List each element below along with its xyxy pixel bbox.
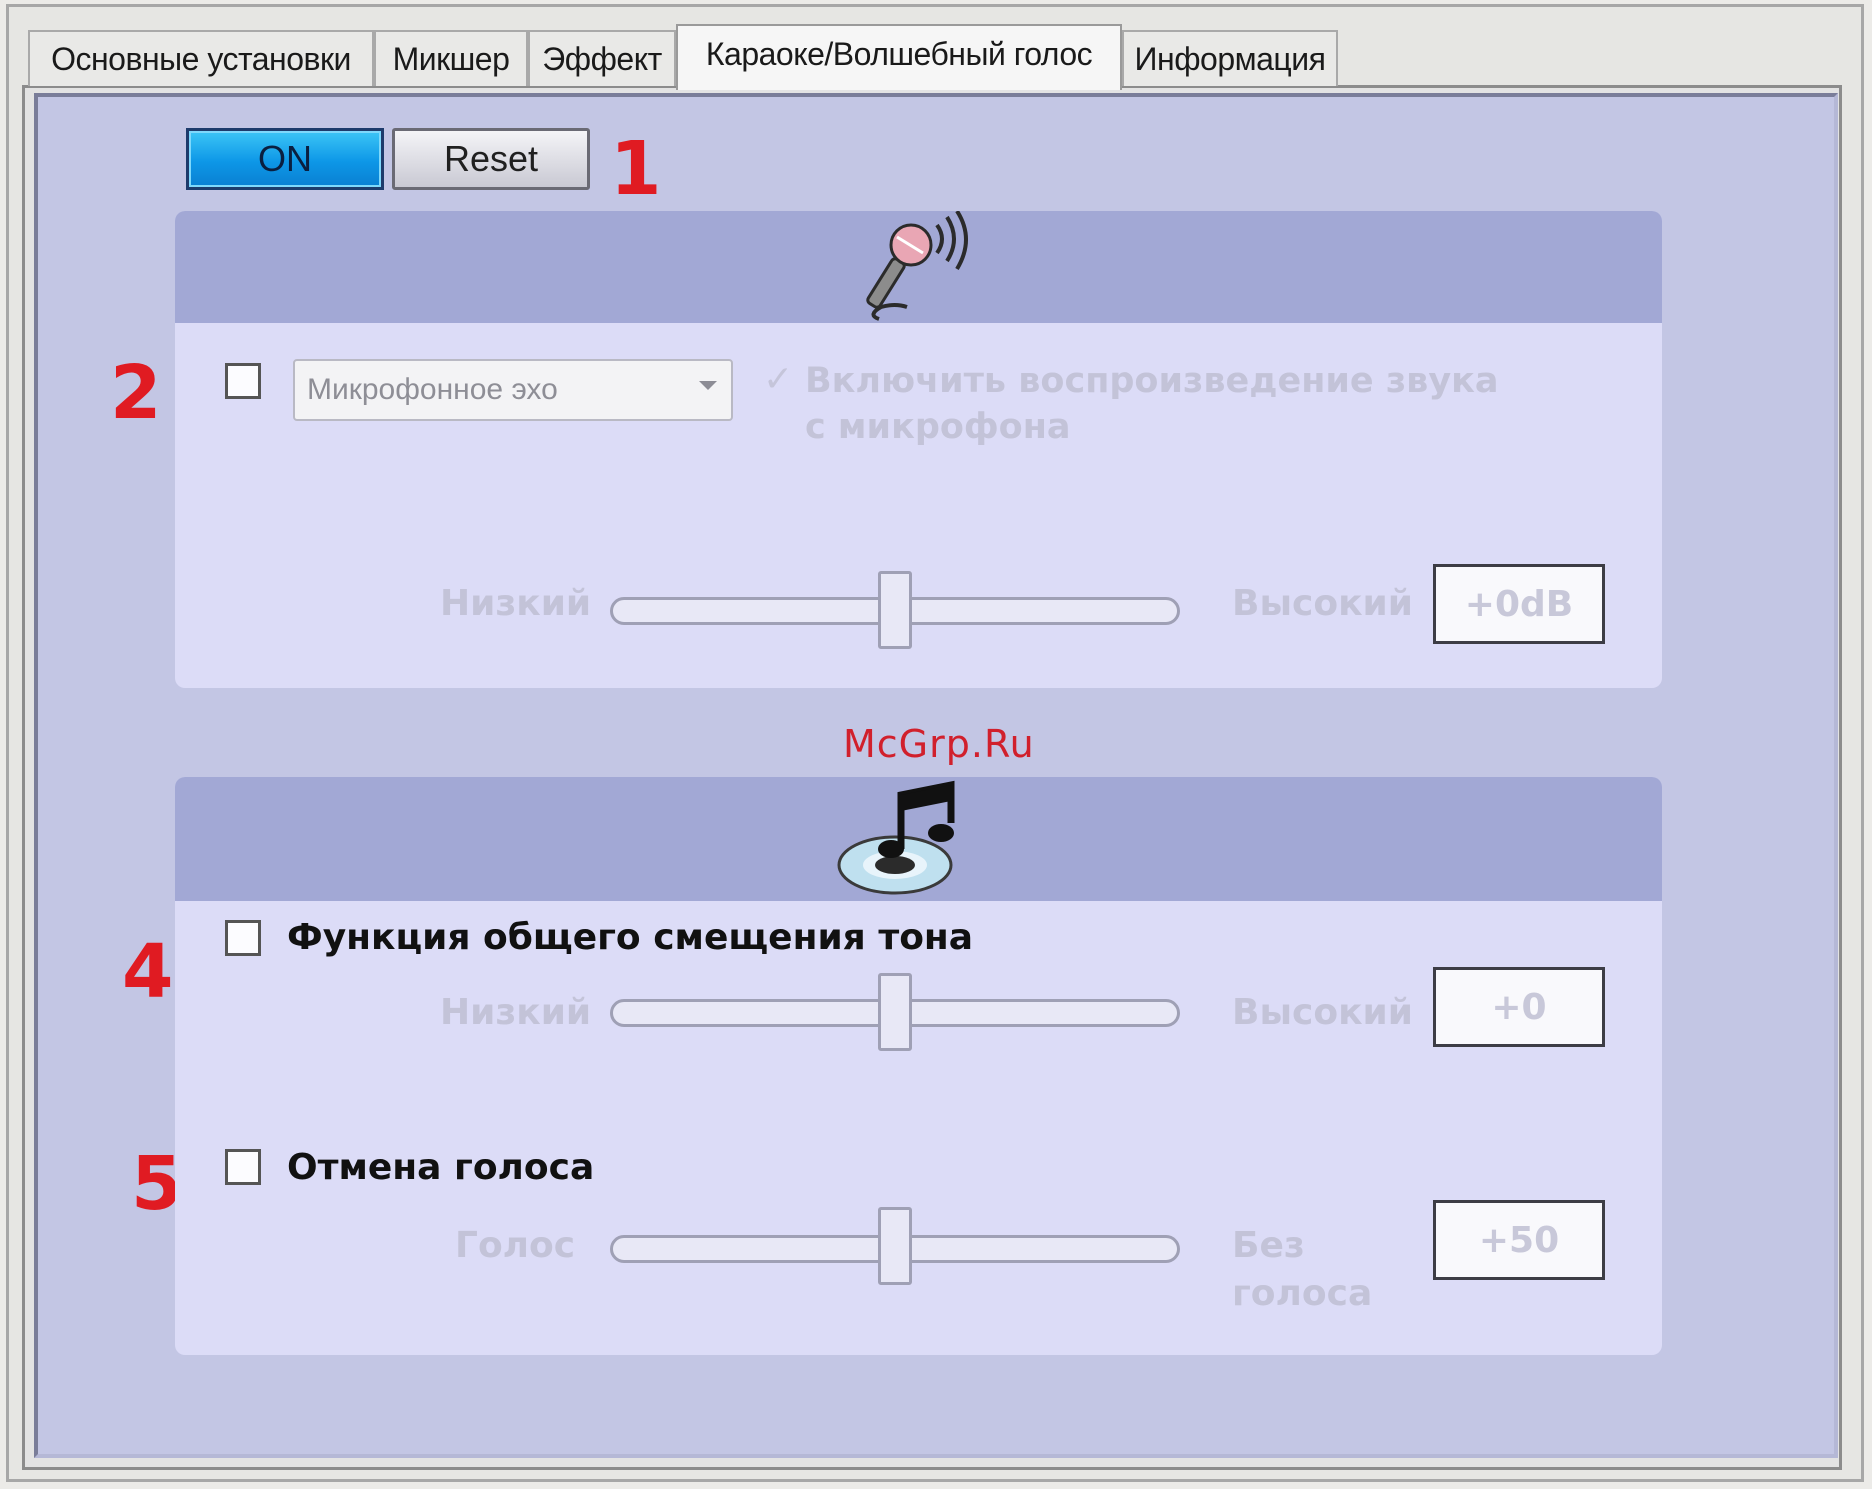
mic-effect-select[interactable]: Микрофонное эхо [293, 359, 733, 421]
pitch-shift-checkbox[interactable] [225, 920, 261, 956]
marker-2: 2 [110, 350, 162, 436]
microphone-icon [866, 211, 968, 321]
mic-playback-label-line2: с микрофона [805, 407, 1071, 447]
pitch-shift-label[interactable]: Функция общего смещения тона [287, 917, 973, 958]
music-panel-header [175, 777, 1662, 901]
pitch-slider-max-label: Высокий [1232, 992, 1413, 1033]
tab-basic-settings[interactable]: Основные установки [28, 30, 374, 86]
reset-button[interactable]: Reset [392, 128, 590, 190]
marker-1: 1 [610, 126, 662, 212]
pitch-slider-thumb[interactable] [878, 973, 912, 1051]
vocal-slider-min-label: Голос [455, 1225, 576, 1266]
mic-slider-min-label: Низкий [440, 583, 592, 624]
mic-level-value: +0dB [1433, 564, 1605, 644]
chevron-down-icon [699, 381, 717, 390]
tab-karaoke-magic-voice[interactable]: Караоке/Волшебный голос [676, 24, 1122, 90]
checkmark-icon: ✓ [763, 359, 794, 400]
microphone-panel-header [175, 211, 1662, 323]
pitch-value: +0 [1433, 967, 1605, 1047]
microphone-panel: Микрофонное эхо ✓ Включить воспроизведен… [175, 211, 1662, 688]
vocal-slider-max-label-line1: Без [1232, 1225, 1305, 1266]
mic-slider-max-label: Высокий [1232, 583, 1413, 624]
music-panel: Функция общего смещения тона Низкий Высо… [175, 777, 1662, 1355]
tab-information[interactable]: Информация [1122, 30, 1338, 86]
mic-effect-select-value: Микрофонное эхо [307, 373, 558, 406]
on-button[interactable]: ON [186, 128, 384, 190]
vocal-cancel-checkbox[interactable] [225, 1149, 261, 1185]
vocal-cancel-label[interactable]: Отмена голоса [287, 1147, 594, 1188]
tab-mixer[interactable]: Микшер [374, 30, 528, 86]
tab-effect[interactable]: Эффект [528, 30, 676, 86]
music-disc-icon [837, 780, 955, 895]
watermark: McGrp.Ru [843, 722, 1035, 766]
vocal-cancel-value: +50 [1433, 1200, 1605, 1280]
marker-4: 4 [122, 929, 174, 1015]
vocal-cancel-slider-thumb[interactable] [878, 1207, 912, 1285]
mic-playback-label-line1[interactable]: Включить воспроизведение звука [805, 361, 1499, 401]
pitch-slider-min-label: Низкий [440, 992, 592, 1033]
mic-level-slider-thumb[interactable] [878, 571, 912, 649]
mic-effect-checkbox[interactable] [225, 363, 261, 399]
vocal-slider-max-label-line2: голоса [1232, 1273, 1373, 1314]
